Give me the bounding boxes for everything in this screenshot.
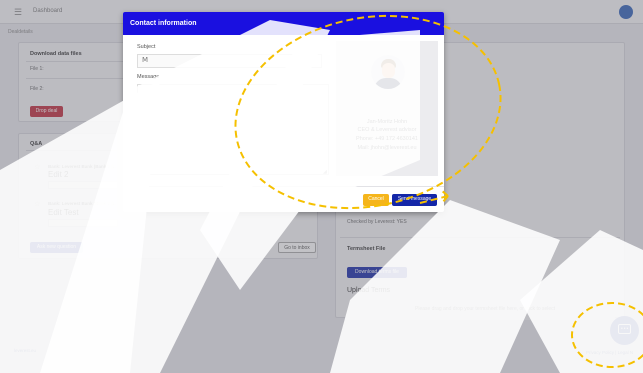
contact-modal: Contact information Subject M Message ◢ … xyxy=(123,12,444,212)
message-label: Message xyxy=(137,74,160,80)
cancel-button[interactable]: Cancel xyxy=(363,194,389,206)
avatar-body xyxy=(374,78,402,89)
modal-header: Contact information xyxy=(123,12,444,35)
advisor-role: CEO & Leverest advisor xyxy=(357,127,417,133)
gmail-icon: M xyxy=(142,56,149,64)
send-message-button[interactable]: Send message xyxy=(392,194,437,206)
modal-title: Contact information xyxy=(130,20,197,27)
avatar-face xyxy=(382,63,395,78)
message-field[interactable] xyxy=(137,84,329,175)
advisor-mail: Mail: jhohn@leverest.eu xyxy=(357,145,417,151)
modal-footer-divider xyxy=(123,186,444,187)
avatar xyxy=(371,55,405,89)
resize-grip-icon[interactable]: ◢ xyxy=(323,169,327,175)
subject-label: Subject xyxy=(137,44,156,50)
subject-field[interactable] xyxy=(137,54,322,68)
advisor-phone: Phone: +49 172 4630141 xyxy=(356,136,418,142)
advisor-name: Jan-Moritz Hohn xyxy=(366,119,408,125)
